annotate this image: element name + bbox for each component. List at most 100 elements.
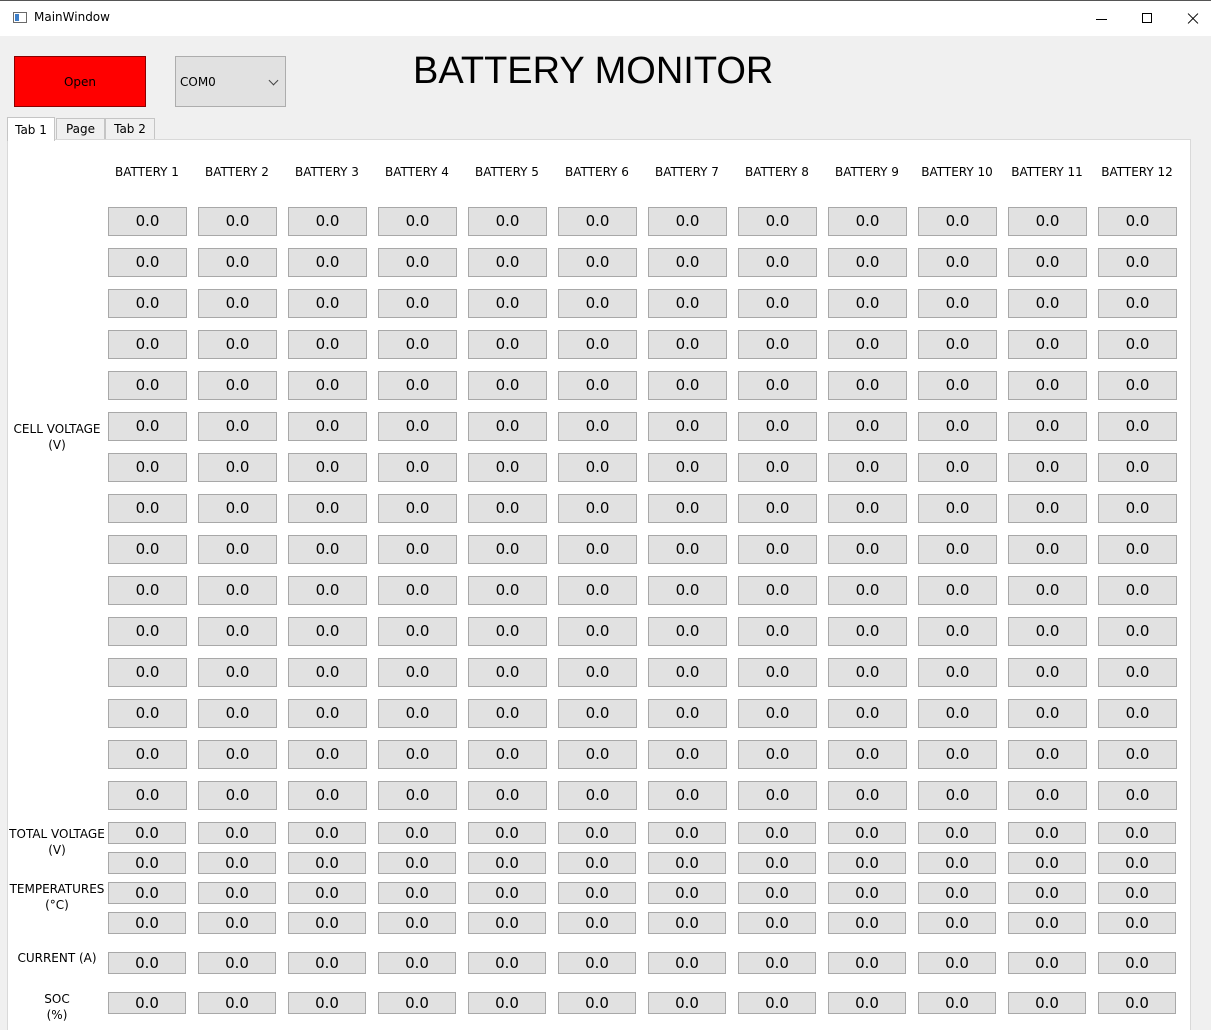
cell-voltage-field-r8-b12: 0.0 — [1098, 494, 1177, 523]
battery-header-11: BATTERY 11 — [1011, 165, 1083, 179]
cell-voltage-field-r9-b12: 0.0 — [1098, 535, 1177, 564]
cell-voltage-field-r5-b3: 0.0 — [288, 371, 367, 400]
battery-header-9: BATTERY 9 — [835, 165, 899, 179]
cell-voltage-field-r15-b1: 0.0 — [108, 781, 187, 810]
temperature-field-r2-b2: 0.0 — [198, 912, 276, 934]
battery-header-1: BATTERY 1 — [115, 165, 179, 179]
cell-voltage-field-r11-b4: 0.0 — [378, 617, 457, 646]
total-voltage-field-r1-b1: 0.0 — [108, 822, 186, 844]
cell-voltage-field-r8-b10: 0.0 — [918, 494, 997, 523]
temperature-field-r1-b7: 0.0 — [648, 882, 726, 904]
cell-voltage-field-r4-b2: 0.0 — [198, 330, 277, 359]
battery-header-3: BATTERY 3 — [295, 165, 359, 179]
battery-header-6: BATTERY 6 — [565, 165, 629, 179]
temperature-field-r1-b6: 0.0 — [558, 882, 636, 904]
cell-voltage-field-r2-b2: 0.0 — [198, 248, 277, 277]
cell-voltage-field-r5-b7: 0.0 — [648, 371, 727, 400]
cell-voltage-field-r14-b11: 0.0 — [1008, 740, 1087, 769]
battery-header-10: BATTERY 10 — [921, 165, 993, 179]
current-field-b3: 0.0 — [288, 952, 366, 974]
cell-voltage-field-r6-b11: 0.0 — [1008, 412, 1087, 441]
cell-voltage-field-r13-b2: 0.0 — [198, 699, 277, 728]
cell-voltage-field-r5-b4: 0.0 — [378, 371, 457, 400]
cell-voltage-field-r12-b5: 0.0 — [468, 658, 547, 687]
cell-voltage-field-r13-b1: 0.0 — [108, 699, 187, 728]
cell-voltage-field-r11-b7: 0.0 — [648, 617, 727, 646]
total-voltage-field-r2-b4: 0.0 — [378, 852, 456, 874]
cell-voltage-field-r7-b2: 0.0 — [198, 453, 277, 482]
com-port-select[interactable]: COM0 — [175, 56, 286, 107]
cell-voltage-field-r4-b1: 0.0 — [108, 330, 187, 359]
cell-voltage-field-r10-b2: 0.0 — [198, 576, 277, 605]
cell-voltage-field-r13-b11: 0.0 — [1008, 699, 1087, 728]
temperature-field-r1-b10: 0.0 — [918, 882, 996, 904]
tab-tab-1[interactable]: Tab 1 — [7, 117, 55, 141]
cell-voltage-field-r6-b9: 0.0 — [828, 412, 907, 441]
cell-voltage-field-r9-b5: 0.0 — [468, 535, 547, 564]
cell-voltage-field-r4-b3: 0.0 — [288, 330, 367, 359]
cell-voltage-field-r13-b5: 0.0 — [468, 699, 547, 728]
current-field-b1: 0.0 — [108, 952, 186, 974]
cell-voltage-field-r9-b1: 0.0 — [108, 535, 187, 564]
temperature-field-r2-b3: 0.0 — [288, 912, 366, 934]
total-voltage-field-r2-b5: 0.0 — [468, 852, 546, 874]
soc-field-b1: 0.0 — [108, 992, 186, 1014]
soc-field-b9: 0.0 — [828, 992, 906, 1014]
cell-voltage-field-r1-b9: 0.0 — [828, 207, 907, 236]
cell-voltage-field-r6-b7: 0.0 — [648, 412, 727, 441]
cell-voltage-field-r3-b6: 0.0 — [558, 289, 637, 318]
cell-voltage-field-r11-b10: 0.0 — [918, 617, 997, 646]
tab-tab-2[interactable]: Tab 2 — [105, 118, 155, 140]
cell-voltage-field-r15-b7: 0.0 — [648, 781, 727, 810]
total-voltage-field-r1-b9: 0.0 — [828, 822, 906, 844]
current-field-b10: 0.0 — [918, 952, 996, 974]
tab-page[interactable]: Page — [56, 118, 105, 140]
current-field-b5: 0.0 — [468, 952, 546, 974]
cell-voltage-field-r12-b11: 0.0 — [1008, 658, 1087, 687]
cell-voltage-field-r1-b12: 0.0 — [1098, 207, 1177, 236]
cell-voltage-field-r11-b8: 0.0 — [738, 617, 817, 646]
row-label-total-voltage: TOTAL VOLTAGE (V) — [9, 827, 105, 857]
total-voltage-field-r1-b10: 0.0 — [918, 822, 996, 844]
cell-voltage-field-r6-b12: 0.0 — [1098, 412, 1177, 441]
cell-voltage-field-r3-b1: 0.0 — [108, 289, 187, 318]
cell-voltage-field-r2-b7: 0.0 — [648, 248, 727, 277]
cell-voltage-field-r4-b10: 0.0 — [918, 330, 997, 359]
cell-voltage-field-r12-b10: 0.0 — [918, 658, 997, 687]
temperature-field-r2-b12: 0.0 — [1098, 912, 1176, 934]
cell-voltage-field-r13-b12: 0.0 — [1098, 699, 1177, 728]
cell-voltage-field-r6-b2: 0.0 — [198, 412, 277, 441]
com-port-value: COM0 — [180, 75, 216, 89]
cell-voltage-field-r9-b7: 0.0 — [648, 535, 727, 564]
cell-voltage-field-r8-b11: 0.0 — [1008, 494, 1087, 523]
temperature-field-r1-b11: 0.0 — [1008, 882, 1086, 904]
soc-field-b5: 0.0 — [468, 992, 546, 1014]
cell-voltage-field-r12-b4: 0.0 — [378, 658, 457, 687]
cell-voltage-field-r7-b11: 0.0 — [1008, 453, 1087, 482]
cell-voltage-field-r1-b7: 0.0 — [648, 207, 727, 236]
total-voltage-field-r1-b2: 0.0 — [198, 822, 276, 844]
temperature-field-r1-b1: 0.0 — [108, 882, 186, 904]
page-title: BATTERY MONITOR — [413, 50, 774, 92]
cell-voltage-field-r14-b4: 0.0 — [378, 740, 457, 769]
open-port-button[interactable]: Open — [14, 56, 146, 107]
temperature-field-r1-b3: 0.0 — [288, 882, 366, 904]
cell-voltage-field-r7-b8: 0.0 — [738, 453, 817, 482]
cell-voltage-field-r5-b8: 0.0 — [738, 371, 817, 400]
close-button[interactable] — [1170, 1, 1211, 37]
maximize-button[interactable] — [1124, 1, 1170, 37]
cell-voltage-field-r9-b8: 0.0 — [738, 535, 817, 564]
total-voltage-field-r2-b12: 0.0 — [1098, 852, 1176, 874]
total-voltage-field-r1-b4: 0.0 — [378, 822, 456, 844]
minimize-button[interactable] — [1078, 1, 1124, 37]
cell-voltage-field-r1-b6: 0.0 — [558, 207, 637, 236]
temperature-field-r2-b4: 0.0 — [378, 912, 456, 934]
cell-voltage-field-r12-b7: 0.0 — [648, 658, 727, 687]
cell-voltage-field-r12-b1: 0.0 — [108, 658, 187, 687]
cell-voltage-field-r2-b10: 0.0 — [918, 248, 997, 277]
cell-voltage-field-r1-b8: 0.0 — [738, 207, 817, 236]
cell-voltage-field-r13-b10: 0.0 — [918, 699, 997, 728]
cell-voltage-field-r7-b12: 0.0 — [1098, 453, 1177, 482]
cell-voltage-field-r2-b9: 0.0 — [828, 248, 907, 277]
cell-voltage-field-r14-b12: 0.0 — [1098, 740, 1177, 769]
